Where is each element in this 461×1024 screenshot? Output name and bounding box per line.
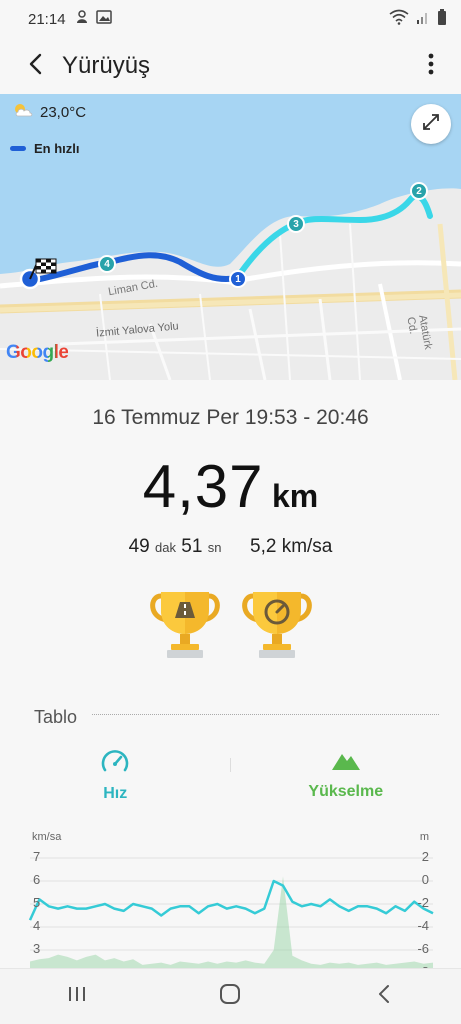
right-axis-tick: 0 (421, 872, 429, 887)
expand-map-button[interactable] (411, 104, 451, 144)
status-time: 21:14 (28, 10, 66, 28)
page-title: Yürüyüş (62, 52, 151, 79)
expand-icon (421, 112, 441, 137)
route-marker-label: 1 (235, 273, 241, 285)
average-speed: 5,2 km/sa (250, 536, 333, 557)
mountain-icon (331, 748, 361, 777)
google-attribution-text: Google (6, 342, 69, 363)
google-attribution: Google (6, 342, 69, 364)
home-button[interactable] (200, 969, 260, 1024)
gallery-icon (95, 10, 112, 28)
workout-distance: 4,37 km (0, 452, 461, 521)
distance-trophy-icon[interactable] (147, 588, 223, 667)
finish-flag-icon (18, 257, 58, 296)
home-icon (219, 983, 241, 1010)
recent-apps-button[interactable] (47, 969, 107, 1024)
right-axis-tick: -2 (417, 895, 429, 910)
recent-apps-icon (67, 985, 87, 1008)
elevation-area (30, 876, 433, 974)
legend-label: En hızlı (34, 141, 80, 156)
chevron-left-icon (28, 53, 44, 80)
more-options-button[interactable] (419, 50, 443, 82)
battery-icon (437, 9, 447, 29)
workout-date-range: 16 Temmuz Per 19:53 - 20:46 (92, 406, 369, 429)
route-marker-1[interactable]: 1 (229, 270, 247, 288)
legend-swatch (10, 146, 26, 151)
wifi-icon (389, 9, 409, 29)
back-button[interactable] (10, 38, 62, 94)
right-axis-tick: -6 (417, 941, 429, 956)
left-axis-tick: 7 (33, 849, 41, 864)
duration-minutes-unit: dak (155, 540, 176, 555)
tab-speed-label: Hız (103, 785, 128, 802)
distance-unit: km (271, 478, 319, 514)
route-map[interactable]: 1 2 3 4 Liman Cd. İzmit Yalova Yolu Atat… (0, 94, 461, 380)
chart-tabs: Hız Yükselme (0, 748, 461, 808)
right-axis-tick: 2 (421, 849, 429, 864)
partly-cloudy-icon (12, 102, 34, 122)
left-axis-tick: 6 (33, 872, 41, 887)
system-nav-bar (0, 968, 461, 1024)
duration-seconds: 51 (181, 536, 203, 557)
notification-icon (74, 9, 90, 29)
route-marker-3[interactable]: 3 (287, 215, 305, 233)
distance-value: 4,37 (142, 453, 264, 520)
section-title: Tablo (34, 707, 78, 727)
weather-info: 23,0°C (12, 102, 86, 122)
route-marker-2[interactable]: 2 (410, 182, 428, 200)
speed-trophy-icon[interactable] (239, 588, 315, 667)
tab-elevation-label: Yükselme (308, 783, 384, 800)
speed-line (28, 879, 434, 921)
tab-elevation[interactable]: Yükselme (231, 748, 461, 808)
right-axis-tick: -4 (417, 918, 429, 933)
route-marker-label: 2 (416, 185, 422, 197)
left-axis-tick: 4 (33, 918, 41, 933)
route-marker-label: 4 (104, 258, 110, 270)
more-vertical-icon (428, 53, 434, 80)
tab-divider (230, 758, 231, 772)
achievement-trophies (0, 588, 461, 667)
app-bar: Yürüyüş (0, 38, 461, 94)
chart-plot (28, 857, 434, 974)
section-divider (92, 714, 439, 715)
route-marker-label: 3 (293, 218, 299, 230)
signal-icon (416, 10, 430, 28)
duration-seconds-unit: sn (207, 540, 222, 555)
map-legend: En hızlı (10, 141, 80, 156)
status-bar: 21:14 (0, 0, 461, 38)
workout-sub-stats: 49 dak 51 sn 5,2 km/sa (0, 536, 461, 558)
left-axis-tick: 5 (33, 895, 41, 910)
speed-elevation-chart: km/sa m 7654320-2-4-6-8 (0, 826, 461, 974)
speedometer-icon (100, 748, 130, 779)
temperature-value: 23,0°C (40, 103, 87, 121)
duration-minutes: 49 (128, 536, 150, 557)
tab-speed[interactable]: Hız (0, 748, 231, 808)
system-back-button[interactable] (354, 969, 414, 1024)
map-canvas (0, 94, 461, 380)
back-arrow-icon (377, 984, 391, 1009)
route-marker-4[interactable]: 4 (98, 255, 116, 273)
left-axis-tick: 3 (33, 941, 41, 956)
